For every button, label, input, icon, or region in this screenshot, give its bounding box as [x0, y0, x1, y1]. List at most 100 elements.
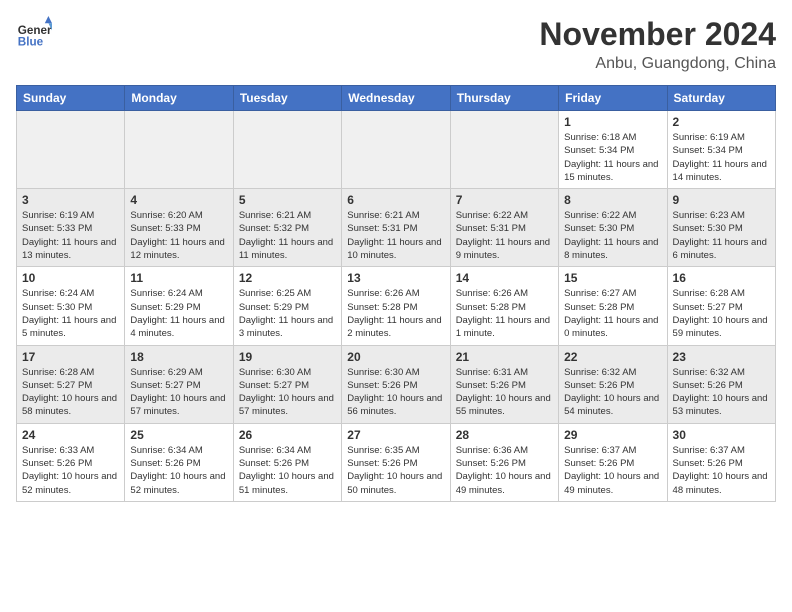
day-number: 1: [564, 115, 661, 129]
day-info: Sunrise: 6:25 AM Sunset: 5:29 PM Dayligh…: [239, 287, 336, 340]
day-info: Sunrise: 6:35 AM Sunset: 5:26 PM Dayligh…: [347, 444, 444, 497]
calendar-day-cell: 15 Sunrise: 6:27 AM Sunset: 5:28 PM Dayli…: [559, 267, 667, 345]
day-number: 16: [673, 271, 770, 285]
day-number: 29: [564, 428, 661, 442]
day-number: 3: [22, 193, 119, 207]
calendar-day-cell: [17, 111, 125, 189]
day-info: Sunrise: 6:33 AM Sunset: 5:26 PM Dayligh…: [22, 444, 119, 497]
calendar-day-cell: 30Sunrise: 6:37 AM Sunset: 5:26 PM Dayli…: [667, 423, 775, 501]
day-number: 11: [130, 271, 227, 285]
day-number: 15: [564, 271, 661, 285]
day-number: 5: [239, 193, 336, 207]
calendar-weekday-header: Sunday: [17, 86, 125, 111]
day-info: Sunrise: 6:21 AM Sunset: 5:31 PM Dayligh…: [347, 209, 444, 262]
calendar-day-cell: 10 Sunrise: 6:24 AM Sunset: 5:30 PM Dayli…: [17, 267, 125, 345]
calendar-weekday-header: Tuesday: [233, 86, 341, 111]
day-number: 22: [564, 350, 661, 364]
svg-text:Blue: Blue: [18, 36, 44, 49]
day-info: Sunrise: 6:26 AM Sunset: 5:28 PM Dayligh…: [347, 287, 444, 340]
calendar-day-cell: 16 Sunrise: 6:28 AM Sunset: 5:27 PM Dayli…: [667, 267, 775, 345]
day-number: 18: [130, 350, 227, 364]
day-number: 24: [22, 428, 119, 442]
calendar-day-cell: 24 Sunrise: 6:33 AM Sunset: 5:26 PM Dayli…: [17, 423, 125, 501]
calendar-header-row: SundayMondayTuesdayWednesdayThursdayFrid…: [17, 86, 776, 111]
day-number: 20: [347, 350, 444, 364]
calendar-weekday-header: Friday: [559, 86, 667, 111]
calendar-day-cell: [342, 111, 450, 189]
calendar-week-row: 24 Sunrise: 6:33 AM Sunset: 5:26 PM Dayli…: [17, 423, 776, 501]
calendar-day-cell: 4 Sunrise: 6:20 AM Sunset: 5:33 PM Daylig…: [125, 189, 233, 267]
calendar-day-cell: 22 Sunrise: 6:32 AM Sunset: 5:26 PM Dayli…: [559, 345, 667, 423]
day-number: 6: [347, 193, 444, 207]
page-header: General Blue November 2024 Anbu, Guangdo…: [16, 16, 776, 73]
page-subtitle: Anbu, Guangdong, China: [539, 55, 776, 73]
day-info: Sunrise: 6:22 AM Sunset: 5:30 PM Dayligh…: [564, 209, 661, 262]
calendar-day-cell: 2Sunrise: 6:19 AM Sunset: 5:34 PM Daylig…: [667, 111, 775, 189]
day-number: 21: [456, 350, 553, 364]
day-info: Sunrise: 6:30 AM Sunset: 5:27 PM Dayligh…: [239, 366, 336, 419]
calendar-day-cell: 19 Sunrise: 6:30 AM Sunset: 5:27 PM Dayli…: [233, 345, 341, 423]
day-number: 7: [456, 193, 553, 207]
day-info: Sunrise: 6:34 AM Sunset: 5:26 PM Dayligh…: [130, 444, 227, 497]
day-info: Sunrise: 6:21 AM Sunset: 5:32 PM Dayligh…: [239, 209, 336, 262]
day-number: 17: [22, 350, 119, 364]
day-number: 13: [347, 271, 444, 285]
day-info: Sunrise: 6:37 AM Sunset: 5:26 PM Dayligh…: [564, 444, 661, 497]
calendar-day-cell: [125, 111, 233, 189]
calendar-week-row: 3 Sunrise: 6:19 AM Sunset: 5:33 PM Daylig…: [17, 189, 776, 267]
day-info: Sunrise: 6:28 AM Sunset: 5:27 PM Dayligh…: [22, 366, 119, 419]
day-number: 10: [22, 271, 119, 285]
calendar-week-row: 17 Sunrise: 6:28 AM Sunset: 5:27 PM Dayli…: [17, 345, 776, 423]
day-info: Sunrise: 6:22 AM Sunset: 5:31 PM Dayligh…: [456, 209, 553, 262]
calendar-day-cell: 29 Sunrise: 6:37 AM Sunset: 5:26 PM Dayli…: [559, 423, 667, 501]
day-number: 4: [130, 193, 227, 207]
calendar-day-cell: 8 Sunrise: 6:22 AM Sunset: 5:30 PM Daylig…: [559, 189, 667, 267]
calendar-weekday-header: Monday: [125, 86, 233, 111]
calendar-weekday-header: Saturday: [667, 86, 775, 111]
calendar-day-cell: 25 Sunrise: 6:34 AM Sunset: 5:26 PM Dayli…: [125, 423, 233, 501]
day-info: Sunrise: 6:24 AM Sunset: 5:30 PM Dayligh…: [22, 287, 119, 340]
calendar-day-cell: 17 Sunrise: 6:28 AM Sunset: 5:27 PM Dayli…: [17, 345, 125, 423]
day-number: 28: [456, 428, 553, 442]
calendar-day-cell: 9 Sunrise: 6:23 AM Sunset: 5:30 PM Daylig…: [667, 189, 775, 267]
day-info: Sunrise: 6:26 AM Sunset: 5:28 PM Dayligh…: [456, 287, 553, 340]
day-number: 26: [239, 428, 336, 442]
day-info: Sunrise: 6:32 AM Sunset: 5:26 PM Dayligh…: [673, 366, 770, 419]
calendar-weekday-header: Wednesday: [342, 86, 450, 111]
title-section: November 2024 Anbu, Guangdong, China: [539, 16, 776, 73]
day-info: Sunrise: 6:32 AM Sunset: 5:26 PM Dayligh…: [564, 366, 661, 419]
calendar-day-cell: [233, 111, 341, 189]
day-info: Sunrise: 6:31 AM Sunset: 5:26 PM Dayligh…: [456, 366, 553, 419]
day-info: Sunrise: 6:24 AM Sunset: 5:29 PM Dayligh…: [130, 287, 227, 340]
calendar-day-cell: 18 Sunrise: 6:29 AM Sunset: 5:27 PM Dayli…: [125, 345, 233, 423]
day-number: 19: [239, 350, 336, 364]
day-number: 25: [130, 428, 227, 442]
calendar-day-cell: 14 Sunrise: 6:26 AM Sunset: 5:28 PM Dayli…: [450, 267, 558, 345]
logo-icon: General Blue: [16, 16, 52, 52]
calendar-day-cell: 6 Sunrise: 6:21 AM Sunset: 5:31 PM Daylig…: [342, 189, 450, 267]
calendar-week-row: 10 Sunrise: 6:24 AM Sunset: 5:30 PM Dayli…: [17, 267, 776, 345]
calendar-weekday-header: Thursday: [450, 86, 558, 111]
day-info: Sunrise: 6:18 AM Sunset: 5:34 PM Dayligh…: [564, 131, 661, 184]
day-info: Sunrise: 6:27 AM Sunset: 5:28 PM Dayligh…: [564, 287, 661, 340]
day-info: Sunrise: 6:30 AM Sunset: 5:26 PM Dayligh…: [347, 366, 444, 419]
day-number: 8: [564, 193, 661, 207]
day-info: Sunrise: 6:34 AM Sunset: 5:26 PM Dayligh…: [239, 444, 336, 497]
calendar-day-cell: 28 Sunrise: 6:36 AM Sunset: 5:26 PM Dayli…: [450, 423, 558, 501]
calendar-day-cell: 12 Sunrise: 6:25 AM Sunset: 5:29 PM Dayli…: [233, 267, 341, 345]
day-info: Sunrise: 6:28 AM Sunset: 5:27 PM Dayligh…: [673, 287, 770, 340]
day-number: 12: [239, 271, 336, 285]
page-title: November 2024: [539, 16, 776, 53]
day-info: Sunrise: 6:36 AM Sunset: 5:26 PM Dayligh…: [456, 444, 553, 497]
day-info: Sunrise: 6:29 AM Sunset: 5:27 PM Dayligh…: [130, 366, 227, 419]
logo: General Blue: [16, 16, 52, 52]
calendar-day-cell: 11 Sunrise: 6:24 AM Sunset: 5:29 PM Dayli…: [125, 267, 233, 345]
day-info: Sunrise: 6:19 AM Sunset: 5:33 PM Dayligh…: [22, 209, 119, 262]
day-number: 9: [673, 193, 770, 207]
day-info: Sunrise: 6:20 AM Sunset: 5:33 PM Dayligh…: [130, 209, 227, 262]
day-number: 2: [673, 115, 770, 129]
day-number: 14: [456, 271, 553, 285]
day-info: Sunrise: 6:23 AM Sunset: 5:30 PM Dayligh…: [673, 209, 770, 262]
calendar-table: SundayMondayTuesdayWednesdayThursdayFrid…: [16, 85, 776, 502]
calendar-day-cell: 7 Sunrise: 6:22 AM Sunset: 5:31 PM Daylig…: [450, 189, 558, 267]
